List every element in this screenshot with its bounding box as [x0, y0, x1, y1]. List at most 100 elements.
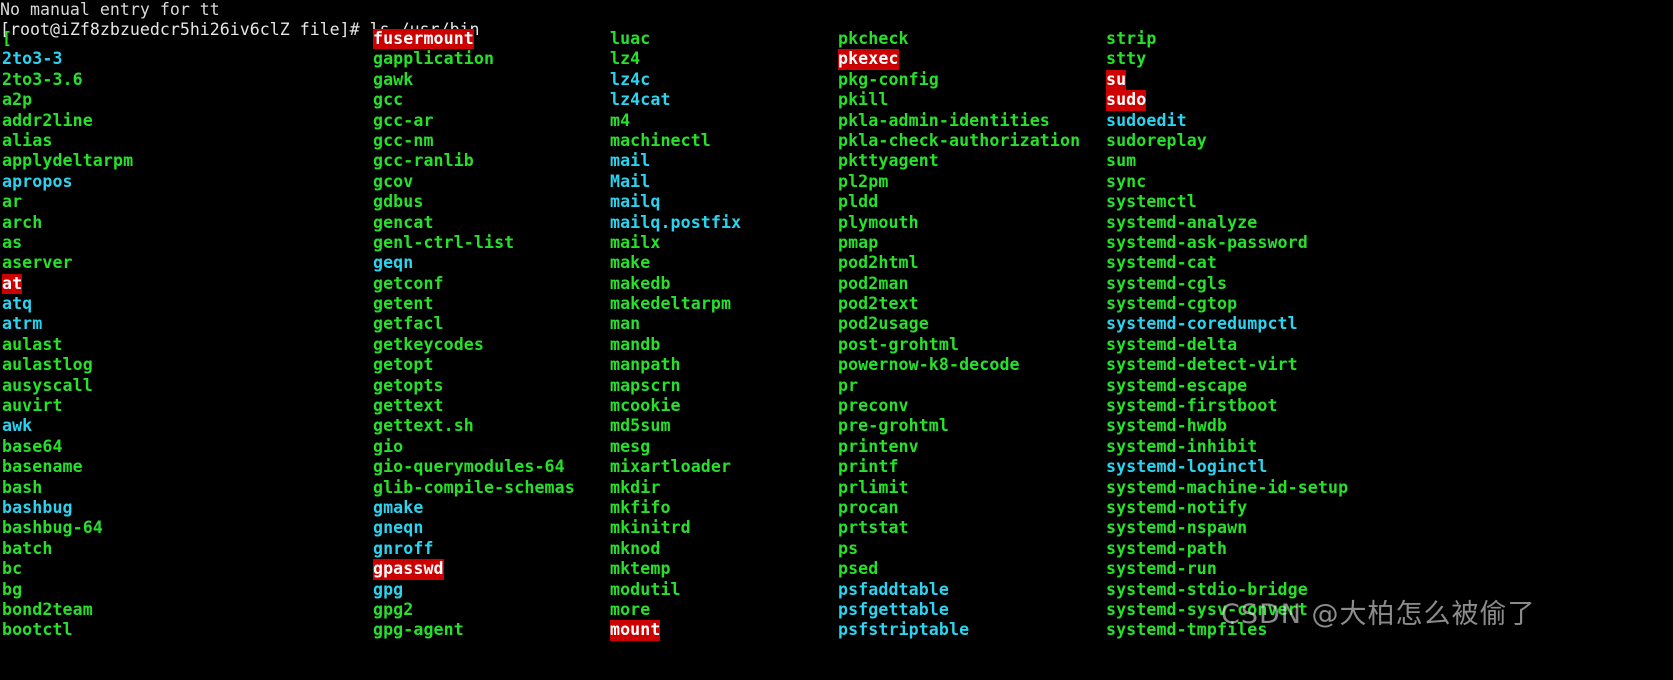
ls-entry: gneqn — [373, 518, 424, 538]
ls-entry: strip — [1106, 29, 1157, 48]
ls-row: bashbug-64 gneqn mkinitrd prtstat systemd-ns… — [0, 518, 1673, 538]
ls-row: at getconf makedb pod2man systemd-cgls — [0, 273, 1673, 295]
ls-entry: mktemp — [610, 559, 671, 579]
ls-row: apropos gcov Mail pl2pm sync — [0, 172, 1673, 192]
ls-entry: makedeltarpm — [610, 294, 732, 314]
ls-row: batch gnroff mknod ps systemd-path — [0, 539, 1673, 559]
ls-entry: getfacl — [373, 314, 444, 334]
ls-entry: gettext — [373, 396, 444, 416]
ls-entry: pkla-check-authorization — [838, 130, 1081, 150]
ls-row: bg gpg modutil psfaddtable systemd-stdio-bri… — [0, 580, 1673, 600]
ls-entry: powernow-k8-decode — [838, 355, 1020, 375]
ls-entry: bond2team — [2, 599, 93, 619]
ls-entry: prlimit — [838, 477, 909, 497]
ls-entry: arch — [2, 212, 43, 232]
ls-entry: sudo — [1106, 90, 1147, 111]
ls-entry: gpg — [373, 579, 404, 599]
ls-entry: mkinitrd — [610, 518, 691, 538]
ls-entry: mandb — [610, 334, 661, 354]
ls-entry: su — [1106, 69, 1127, 91]
ls-entry: mesg — [610, 436, 651, 456]
ls-entry: ps — [838, 538, 859, 558]
ls-entry: ausyscall — [2, 375, 93, 395]
ls-entry: psfstriptable — [838, 620, 970, 640]
ls-row: bootctl gpg-agent mount psfstriptable system… — [0, 620, 1673, 641]
ls-row: bash glib-compile-schemas mkdir prlimit syst… — [0, 478, 1673, 498]
ls-entry: mkfifo — [610, 497, 671, 517]
ls-entry: gpg2 — [373, 599, 414, 619]
ls-entry: pldd — [838, 192, 879, 212]
ls-entry: sudoreplay — [1106, 130, 1207, 150]
ls-entry: systemd-analyze — [1106, 212, 1258, 232]
ls-row: aulast getkeycodes mandb post-grohtml system… — [0, 335, 1673, 355]
ls-row: bashbug gmake mkfifo procan systemd-notify — [0, 498, 1673, 518]
ls-entry: pkill — [838, 90, 889, 110]
ls-entry: gawk — [373, 69, 414, 89]
ls-entry: systemd-cat — [1106, 253, 1217, 273]
ls-entry: bashbug — [2, 497, 73, 517]
ls-entry: lz4 — [610, 49, 641, 69]
ls-entry: a2p — [2, 90, 33, 110]
ls-entry: pkcheck — [838, 29, 909, 48]
ls-entry: gapplication — [373, 49, 495, 69]
ls-entry: systemd-firstboot — [1106, 396, 1278, 416]
ls-entry: getconf — [373, 273, 444, 293]
ls-entry: prtstat — [838, 518, 909, 538]
ls-row: [fusermount luac pkcheck strip — [0, 29, 1673, 50]
terminal-window[interactable]: No manual entry for tt [root@iZf8zbzuedc… — [0, 0, 1673, 680]
ls-entry: mixartloader — [610, 457, 732, 477]
ls-entry: mapscrn — [610, 375, 681, 395]
ls-entry: systemd-machine-id-setup — [1106, 477, 1349, 497]
ls-entry: atrm — [2, 314, 43, 334]
ls-entry: bashbug-64 — [2, 518, 103, 538]
ls-entry: pl2pm — [838, 171, 889, 191]
ls-row: aulastlog getopt manpath powernow-k8-decode… — [0, 355, 1673, 375]
ls-entry: gcc — [373, 90, 404, 110]
ls-row: 2to3-3.6 gawk lz4c pkg-config su — [0, 69, 1673, 91]
ls-entry: systemd-cgtop — [1106, 294, 1238, 314]
ls-entry: bootctl — [2, 620, 73, 640]
ls-entry: Mail — [610, 171, 651, 191]
ls-entry: addr2line — [2, 110, 93, 130]
ls-row: awk gettext.sh md5sum pre-grohtml systemd-hw… — [0, 416, 1673, 436]
ls-entry: systemd-detect-virt — [1106, 355, 1298, 375]
ls-entry: stty — [1106, 49, 1147, 69]
ls-entry: mount — [610, 620, 661, 641]
ls-entry: gmake — [373, 497, 424, 517]
ls-entry: pkla-admin-identities — [838, 110, 1050, 130]
ls-entry: pr — [838, 375, 859, 395]
ls-entry: 2to3-3 — [2, 49, 63, 69]
ls-entry: mailx — [610, 232, 661, 252]
ls-entry: awk — [2, 416, 33, 436]
ls-entry: 2to3-3.6 — [2, 69, 83, 89]
ls-entry: modutil — [610, 579, 681, 599]
ls-entry: manpath — [610, 355, 681, 375]
ls-entry: systemd-escape — [1106, 375, 1248, 395]
ls-entry: batch — [2, 538, 53, 558]
ls-entry: aserver — [2, 253, 73, 273]
ls-row: basename gio-querymodules-64 mixartloader p… — [0, 457, 1673, 477]
ls-row: ar gdbus mailq pldd systemctl — [0, 192, 1673, 212]
ls-entry: md5sum — [610, 416, 671, 436]
ls-entry: basename — [2, 457, 83, 477]
ls-row: bond2team gpg2 more psfgettable systemd-sysv… — [0, 600, 1673, 620]
ls-entry: base64 — [2, 436, 63, 456]
ls-entry: pkg-config — [838, 69, 939, 89]
ls-entry: pre-grohtml — [838, 416, 949, 436]
ls-entry: gcov — [373, 171, 414, 191]
ls-entry: plymouth — [838, 212, 919, 232]
ls-entry: gnroff — [373, 538, 434, 558]
ls-row: aserver geqn make pod2html systemd-cat — [0, 253, 1673, 273]
ls-entry: m4 — [610, 110, 631, 130]
ls-entry: systemd-hwdb — [1106, 416, 1228, 436]
ls-entry: man — [610, 314, 641, 334]
ls-entry: geqn — [373, 253, 414, 273]
ls-entry: systemd-path — [1106, 538, 1228, 558]
ls-entry: sync — [1106, 171, 1147, 191]
ls-entry: systemd-loginctl — [1106, 457, 1268, 477]
ls-entry: pmap — [838, 232, 879, 252]
ls-entry: aulastlog — [2, 355, 93, 375]
ls-entry: psfaddtable — [838, 579, 949, 599]
ls-entry: make — [610, 253, 651, 273]
ls-entry: preconv — [838, 396, 909, 416]
